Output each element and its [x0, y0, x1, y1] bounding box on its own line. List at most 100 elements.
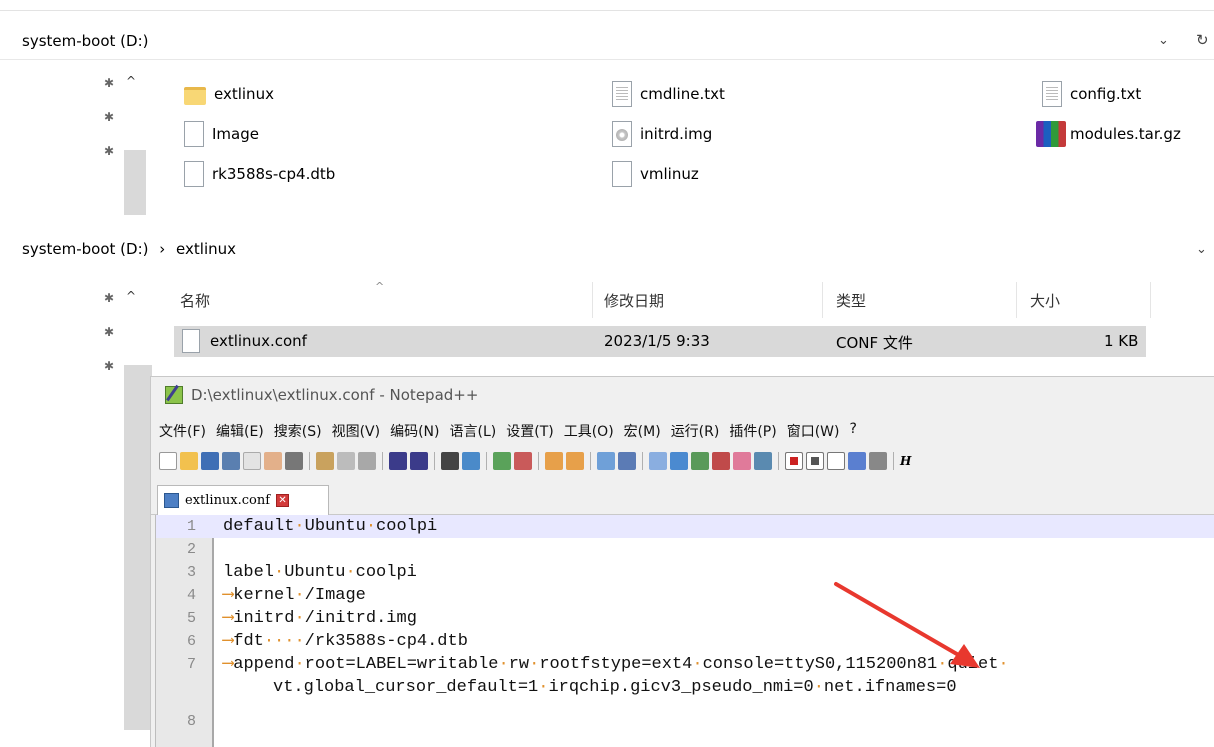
menu-item[interactable]: 编码(N) — [390, 421, 439, 441]
save-icon[interactable] — [201, 452, 219, 470]
file-item[interactable]: modules.tar.gz — [1036, 120, 1181, 148]
file-item[interactable]: Image — [184, 120, 259, 148]
address-bar[interactable]: system-boot (D:) ⌄ ↻ — [0, 22, 1214, 60]
window-title-bar[interactable]: D:\extlinux\extlinux.conf - Notepad++ — [165, 385, 478, 405]
column-header-type[interactable]: 类型 — [836, 290, 866, 311]
close-all-icon[interactable] — [264, 452, 282, 470]
editor-line[interactable]: 7 ⟶append·root=LABEL=writable·rw·rootfsty… — [156, 653, 1214, 676]
editor-line[interactable]: 5 ⟶initrd·/initrd.img — [156, 607, 1214, 630]
menu-item[interactable]: 设置(T) — [506, 421, 553, 441]
column-header-name[interactable]: 名称 — [180, 290, 210, 311]
nav-scrollbar[interactable] — [124, 150, 146, 215]
hex-editor-icon[interactable]: H — [900, 454, 911, 468]
menu-item[interactable]: 工具(O) — [564, 421, 614, 441]
menu-item[interactable]: 视图(V) — [332, 421, 381, 441]
menu-item[interactable]: 宏(M) — [624, 421, 661, 441]
cut-icon[interactable] — [316, 452, 334, 470]
folder-workspace-icon[interactable] — [733, 452, 751, 470]
editor-line[interactable]: vt.global_cursor_default=1·irqchip.gicv3… — [156, 676, 1214, 699]
pin-icon[interactable]: ✱ — [104, 325, 114, 339]
word-wrap-icon[interactable] — [597, 452, 615, 470]
save-all-icon[interactable] — [222, 452, 240, 470]
column-divider[interactable] — [592, 282, 593, 318]
zoom-in-icon[interactable] — [493, 452, 511, 470]
space-marker-icon: · — [294, 655, 305, 674]
column-header-modified[interactable]: 修改日期 — [604, 290, 664, 311]
undo-icon[interactable] — [389, 452, 407, 470]
file-item[interactable]: vmlinuz — [612, 160, 699, 188]
indent-guide-icon[interactable] — [649, 452, 667, 470]
language-icon[interactable] — [670, 452, 688, 470]
column-divider[interactable] — [1150, 282, 1151, 318]
menu-item[interactable]: 文件(F) — [159, 421, 206, 441]
tab-extlinux-conf[interactable]: extlinux.conf ✕ — [157, 485, 329, 515]
collapse-up-icon[interactable]: ^ — [126, 289, 136, 303]
editor-line[interactable]: 4 ⟶kernel·/Image — [156, 584, 1214, 607]
pin-icon[interactable]: ✱ — [104, 110, 114, 124]
refresh-icon[interactable]: ↻ — [1196, 31, 1209, 49]
save-macro-icon[interactable] — [869, 452, 887, 470]
play-multiple-icon[interactable] — [848, 452, 866, 470]
editor-line[interactable]: 1 default·Ubuntu·coolpi — [156, 515, 1214, 538]
sync-vertical-icon[interactable] — [545, 452, 563, 470]
find-icon[interactable] — [441, 452, 459, 470]
menu-item[interactable]: 语言(L) — [450, 421, 497, 441]
show-all-chars-icon[interactable] — [618, 452, 636, 470]
record-macro-icon[interactable] — [785, 452, 803, 470]
new-file-icon[interactable] — [159, 452, 177, 470]
address-bar[interactable]: system-boot (D:) › extlinux ⌄ — [0, 234, 1214, 268]
pin-icon[interactable]: ✱ — [104, 359, 114, 373]
stop-macro-icon[interactable] — [806, 452, 824, 470]
breadcrumb-root[interactable]: system-boot (D:) — [22, 32, 148, 50]
file-item[interactable]: extlinux — [184, 80, 274, 108]
document-map-icon[interactable] — [691, 452, 709, 470]
monitoring-icon[interactable] — [754, 452, 772, 470]
zoom-out-icon[interactable] — [514, 452, 532, 470]
sync-horizontal-icon[interactable] — [566, 452, 584, 470]
breadcrumb-leaf[interactable]: extlinux — [176, 240, 236, 258]
breadcrumb-root[interactable]: system-boot (D:) — [22, 240, 148, 258]
toolbar-separator — [382, 452, 383, 470]
function-list-icon[interactable] — [712, 452, 730, 470]
paste-icon[interactable] — [358, 452, 376, 470]
editor-line[interactable]: 6 ⟶fdt····/rk3588s-cp4.dtb — [156, 630, 1214, 653]
menu-item[interactable]: 编辑(E) — [216, 421, 264, 441]
table-row[interactable]: extlinux.conf 2023/1/5 9:33 CONF 文件 1 KB — [174, 326, 1146, 357]
open-file-icon[interactable] — [180, 452, 198, 470]
play-macro-icon[interactable] — [827, 452, 845, 470]
pin-icon[interactable]: ✱ — [104, 291, 114, 305]
redo-icon[interactable] — [410, 452, 428, 470]
menu-item[interactable]: 窗口(W) — [787, 421, 840, 441]
editor-line[interactable]: 2 — [156, 538, 1214, 561]
editor-line[interactable]: 3 label·Ubuntu·coolpi — [156, 561, 1214, 584]
chevron-down-icon[interactable]: ⌄ — [1196, 242, 1207, 257]
column-divider[interactable] — [822, 282, 823, 318]
column-divider[interactable] — [1016, 282, 1017, 318]
copy-icon[interactable] — [337, 452, 355, 470]
chevron-right-icon[interactable]: › — [159, 240, 165, 258]
print-icon[interactable] — [285, 452, 303, 470]
pin-icon[interactable]: ✱ — [104, 144, 114, 158]
file-item[interactable]: cmdline.txt — [612, 80, 725, 108]
file-item[interactable]: config.txt — [1042, 80, 1141, 108]
chevron-down-icon[interactable]: ⌄ — [1158, 33, 1169, 48]
menu-item[interactable]: 插件(P) — [729, 421, 776, 441]
line-text: vt.global_cursor_default=1·irqchip.gicv3… — [273, 676, 957, 699]
nav-scrollbar[interactable] — [124, 365, 152, 730]
editor-line[interactable]: 8 — [156, 710, 1214, 733]
collapse-up-icon[interactable]: ^ — [126, 74, 136, 88]
menu-item[interactable]: ? — [850, 421, 857, 441]
file-name: modules.tar.gz — [1070, 125, 1181, 143]
menu-item[interactable]: 搜索(S) — [274, 421, 322, 441]
code-text: console=ttyS0,115200n81 — [702, 655, 938, 674]
close-file-icon[interactable] — [243, 452, 261, 470]
file-item[interactable]: rk3588s-cp4.dtb — [184, 160, 335, 188]
pin-icon[interactable]: ✱ — [104, 76, 114, 90]
menu-item[interactable]: 运行(R) — [671, 421, 720, 441]
file-item[interactable]: initrd.img — [612, 120, 712, 148]
replace-icon[interactable] — [462, 452, 480, 470]
column-header-size[interactable]: 大小 — [1030, 290, 1060, 311]
close-tab-icon[interactable]: ✕ — [276, 494, 290, 507]
code-text: irqchip.gicv3_pseudo_nmi=0 — [548, 678, 814, 697]
code-editor[interactable]: 1 default·Ubuntu·coolpi 2 3 label·Ubuntu·coo… — [155, 515, 1214, 747]
